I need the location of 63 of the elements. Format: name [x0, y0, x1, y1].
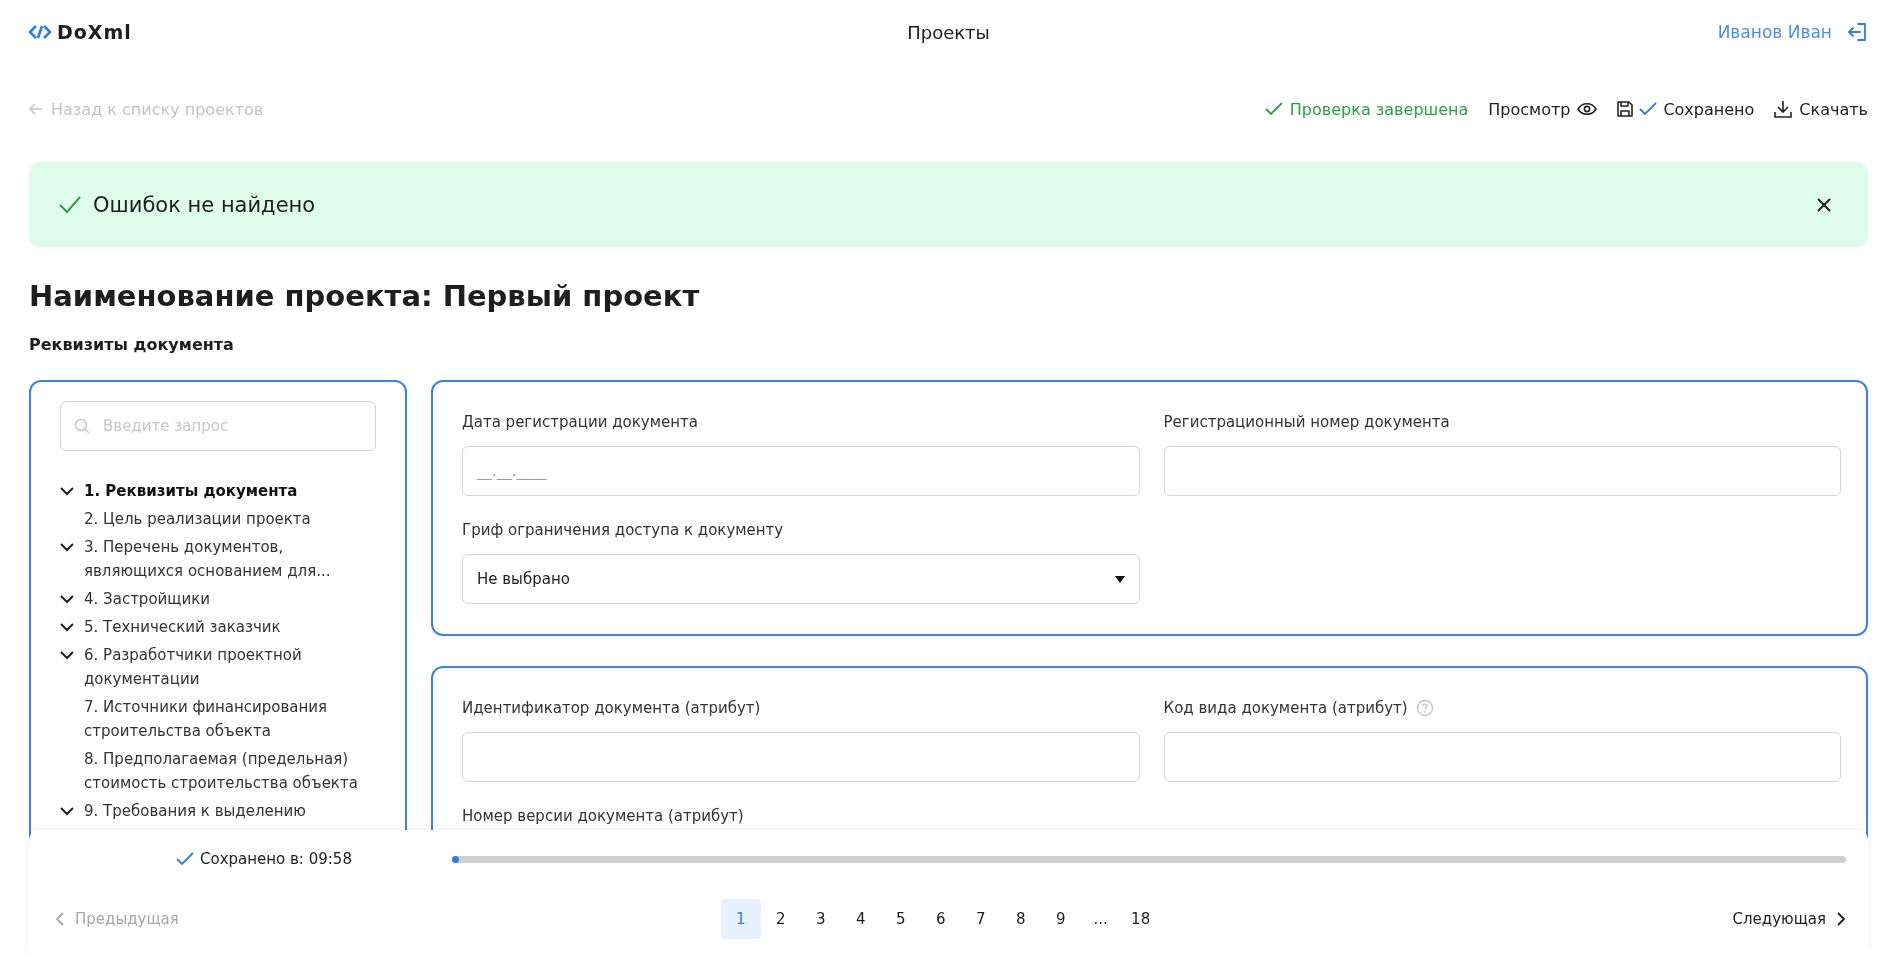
logo-text: DoXml: [57, 21, 132, 43]
project-title: Наименование проекта: Первый проект: [29, 278, 701, 314]
select-dropdown[interactable]: Не выбрано: [462, 554, 1140, 604]
tree-item[interactable]: 8. Предполагаемая (предельная) стоимость строительства объекта: [84, 747, 376, 795]
download-button[interactable]: Скачать: [1774, 99, 1868, 119]
saved-time-text: Сохранено в: 09:58: [200, 850, 352, 868]
text-field[interactable]: [1163, 732, 1841, 782]
field-label: Код вида документа (атрибут): [1163, 698, 1408, 719]
tree-item[interactable]: 4. Застройщики: [84, 587, 210, 611]
download-icon: [1774, 100, 1793, 118]
tree-item[interactable]: 1. Реквизиты документа: [84, 479, 298, 503]
page-button[interactable]: 18: [1120, 899, 1161, 939]
eye-icon: [1577, 102, 1598, 116]
field-label: Регистрационный номер документа: [1163, 412, 1450, 433]
page-title[interactable]: Проекты: [907, 21, 990, 43]
page-button[interactable]: 3: [800, 899, 841, 939]
check-icon: [1639, 102, 1658, 116]
page-button[interactable]: 4: [840, 899, 881, 939]
date-field[interactable]: __.__.____: [462, 446, 1140, 496]
chevron-right-icon: [1836, 912, 1846, 926]
tree-item[interactable]: 6. Разработчики проектной документации: [84, 643, 376, 691]
section-title: Реквизиты документа: [29, 334, 235, 356]
caret-down-icon: [1114, 575, 1125, 583]
next-button[interactable]: Следующая: [1732, 910, 1846, 928]
search-icon: [74, 418, 90, 434]
check-icon: [1264, 102, 1283, 116]
chevron-left-icon: [55, 912, 65, 926]
field-label: Гриф ограничения доступа к документу: [462, 520, 784, 541]
field-label: Идентификатор документа (атрибут): [462, 698, 761, 719]
page-button[interactable]: 5: [880, 899, 921, 939]
tree-item[interactable]: 7. Источники финансирования строительства объекта: [84, 695, 376, 743]
tree-item[interactable]: 5. Технический заказчик: [84, 615, 281, 639]
page-button[interactable]: 7: [960, 899, 1001, 939]
field-label: Дата регистрации документа: [462, 412, 698, 433]
check-icon: [59, 195, 81, 214]
chevron-down-icon[interactable]: [60, 487, 74, 496]
page-button[interactable]: 6: [920, 899, 961, 939]
text-field[interactable]: [462, 732, 1140, 782]
tree-item[interactable]: 3. Перечень документов, являющихся основанием для...: [84, 535, 376, 583]
page-button[interactable]: ...: [1080, 899, 1121, 939]
field-label: Номер версии документа (атрибут): [462, 806, 744, 827]
tree-item[interactable]: 9. Требования к выделению: [84, 799, 306, 823]
check-icon: [176, 852, 194, 866]
save-icon[interactable]: [1617, 101, 1634, 117]
page-button[interactable]: 8: [1000, 899, 1041, 939]
page-button[interactable]: 9: [1040, 899, 1081, 939]
chevron-down-icon[interactable]: [60, 651, 74, 660]
text-field[interactable]: [1163, 446, 1841, 496]
chevron-down-icon[interactable]: [60, 623, 74, 632]
page-button[interactable]: 1: [720, 899, 761, 939]
chevron-down-icon[interactable]: [60, 595, 74, 604]
code-brackets-icon: [29, 24, 51, 40]
logout-icon[interactable]: [1846, 21, 1868, 43]
chevron-down-icon[interactable]: [60, 543, 74, 552]
page-button[interactable]: 2: [760, 899, 801, 939]
check-status-text: Проверка завершена: [1289, 99, 1469, 119]
close-icon[interactable]: [1816, 196, 1832, 213]
arrow-left-icon: [29, 102, 43, 116]
preview-button[interactable]: Просмотр: [1488, 99, 1598, 119]
tree-item[interactable]: 2. Цель реализации проекта: [84, 507, 311, 531]
chevron-down-icon[interactable]: [60, 807, 74, 816]
alert-message: Ошибок не найдено: [93, 192, 317, 217]
saved-status-text: Сохранено: [1663, 99, 1755, 119]
